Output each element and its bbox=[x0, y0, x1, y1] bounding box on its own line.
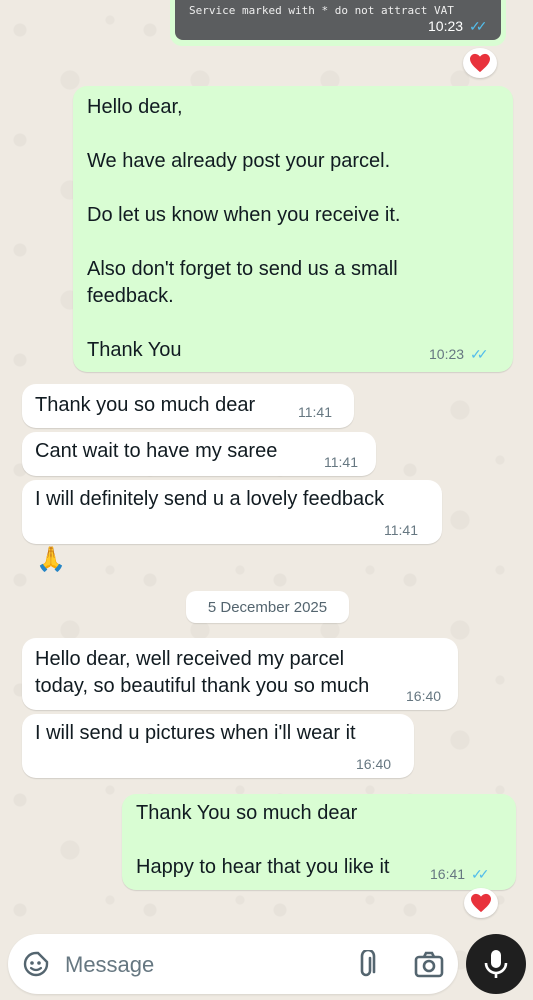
receipt-text: Service marked with * do not attract VAT bbox=[189, 4, 454, 17]
read-ticks-icon: ✓✓ bbox=[470, 346, 489, 362]
incoming-message[interactable]: I will definitely send u a lovely feedba… bbox=[22, 480, 442, 544]
mic-icon bbox=[484, 950, 508, 978]
message-time: 10:23 ✓✓ bbox=[429, 346, 489, 362]
incoming-message[interactable]: Cant wait to have my saree 11:41 bbox=[22, 432, 376, 476]
reaction-heart[interactable] bbox=[463, 48, 497, 78]
incoming-message[interactable]: Hello dear, well received my parcel toda… bbox=[22, 638, 458, 710]
message-text: Hello dear, We have already post your pa… bbox=[87, 96, 401, 361]
read-ticks-icon: ✓✓ bbox=[471, 866, 490, 882]
incoming-message[interactable]: I will send u pictures when i'll wear it… bbox=[22, 714, 414, 778]
sticker-icon[interactable] bbox=[22, 950, 50, 978]
message-time: 16:41 ✓✓ bbox=[430, 866, 490, 882]
mic-button[interactable] bbox=[466, 934, 526, 994]
camera-icon[interactable] bbox=[414, 950, 444, 978]
attach-icon[interactable] bbox=[354, 950, 378, 980]
message-time: 11:41 bbox=[298, 404, 332, 420]
outgoing-message[interactable]: Thank You so much dear Happy to hear tha… bbox=[122, 794, 516, 890]
message-text: Thank you so much dear bbox=[35, 394, 256, 416]
message-time: 11:41 bbox=[324, 454, 358, 470]
incoming-message[interactable]: Thank you so much dear 11:41 bbox=[22, 384, 354, 428]
read-ticks-icon: ✓✓ bbox=[469, 18, 488, 34]
message-time: 10:23 ✓✓ bbox=[428, 18, 488, 34]
emoji-message[interactable]: 🙏 bbox=[36, 545, 66, 574]
image-message[interactable]: Service marked with * do not attract VAT… bbox=[170, 0, 506, 46]
reaction-heart[interactable] bbox=[464, 888, 498, 918]
message-text: Cant wait to have my saree bbox=[35, 440, 278, 462]
message-time: 16:40 bbox=[356, 756, 392, 772]
heart-icon bbox=[471, 893, 491, 913]
message-text: Hello dear, well received my parcel toda… bbox=[35, 648, 370, 697]
message-time: 11:41 bbox=[384, 522, 418, 538]
message-text: I will send u pictures when i'll wear it bbox=[35, 722, 356, 744]
message-text: Thank You so much dear Happy to hear tha… bbox=[136, 802, 390, 878]
outgoing-message[interactable]: Hello dear, We have already post your pa… bbox=[73, 86, 513, 372]
message-input[interactable] bbox=[63, 948, 327, 982]
message-composer bbox=[8, 934, 458, 994]
message-text: I will definitely send u a lovely feedba… bbox=[35, 488, 385, 510]
message-time: 16:40 bbox=[406, 688, 442, 704]
heart-icon bbox=[470, 53, 490, 73]
date-separator: 5 December 2025 bbox=[186, 591, 349, 623]
